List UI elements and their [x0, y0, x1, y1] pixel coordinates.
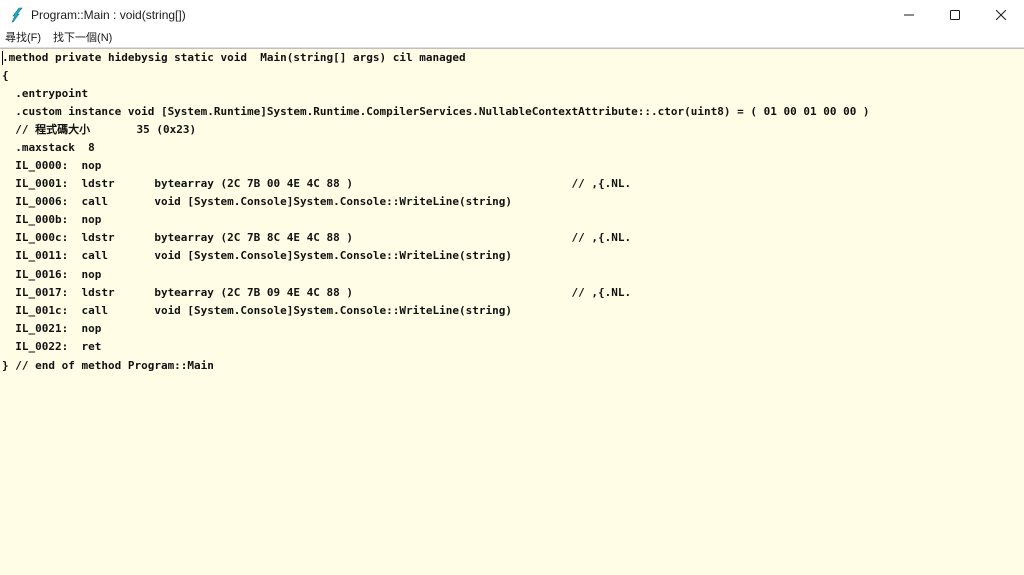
ildasm-app-icon [9, 7, 25, 23]
code-line-il-000c: IL_000c: ldstr bytearray (2C 7B 8C 4E 4C… [2, 231, 632, 244]
code-line-il-0017: IL_0017: ldstr bytearray (2C 7B 09 4E 4C… [2, 286, 632, 299]
il-code-view[interactable]: .method private hidebysig static void Ma… [0, 48, 1024, 575]
code-line-il-000b: IL_000b: nop [2, 213, 102, 226]
minimize-button[interactable] [886, 0, 932, 30]
code-line-maxstack: .maxstack 8 [2, 141, 95, 154]
title-bar[interactable]: Program::Main : void(string[]) [0, 0, 1024, 30]
code-line-il-001c: IL_001c: call void [System.Console]Syste… [2, 304, 512, 317]
minimize-icon [904, 14, 914, 16]
code-line-end-of-method: } // end of method Program::Main [2, 359, 214, 372]
window-title: Program::Main : void(string[]) [31, 8, 186, 22]
code-line-il-0000: IL_0000: nop [2, 159, 102, 172]
code-line-il-0016: IL_0016: nop [2, 268, 102, 281]
maximize-button[interactable] [932, 0, 978, 30]
close-icon [996, 10, 1006, 20]
window-controls [886, 0, 1024, 30]
maximize-icon [950, 10, 960, 20]
code-line-custom-attribute: .custom instance void [System.Runtime]Sy… [2, 105, 870, 118]
code-line-il-0011: IL_0011: call void [System.Console]Syste… [2, 249, 512, 262]
close-button[interactable] [978, 0, 1024, 30]
menu-find-next[interactable]: 找下一個(N) [48, 30, 119, 47]
code-line-il-0001: IL_0001: ldstr bytearray (2C 7B 00 4E 4C… [2, 177, 632, 190]
code-line-il-0022: IL_0022: ret [2, 340, 102, 353]
menu-bar: 尋找(F) 找下一個(N) [0, 30, 1024, 48]
code-line-entrypoint: .entrypoint [2, 87, 89, 100]
code-line-il-0021: IL_0021: nop [2, 322, 102, 335]
menu-find[interactable]: 尋找(F) [0, 30, 48, 47]
code-line-code-size-comment: // 程式碼大小 35 (0x23) [2, 123, 197, 136]
code-line-open-brace: { [2, 69, 9, 82]
code-line-il-0006: IL_0006: call void [System.Console]Syste… [2, 195, 512, 208]
code-line-method-header: .method private hidebysig static void Ma… [2, 51, 466, 64]
ildasm-method-window: Program::Main : void(string[]) 尋找(F) 找下一… [0, 0, 1024, 575]
